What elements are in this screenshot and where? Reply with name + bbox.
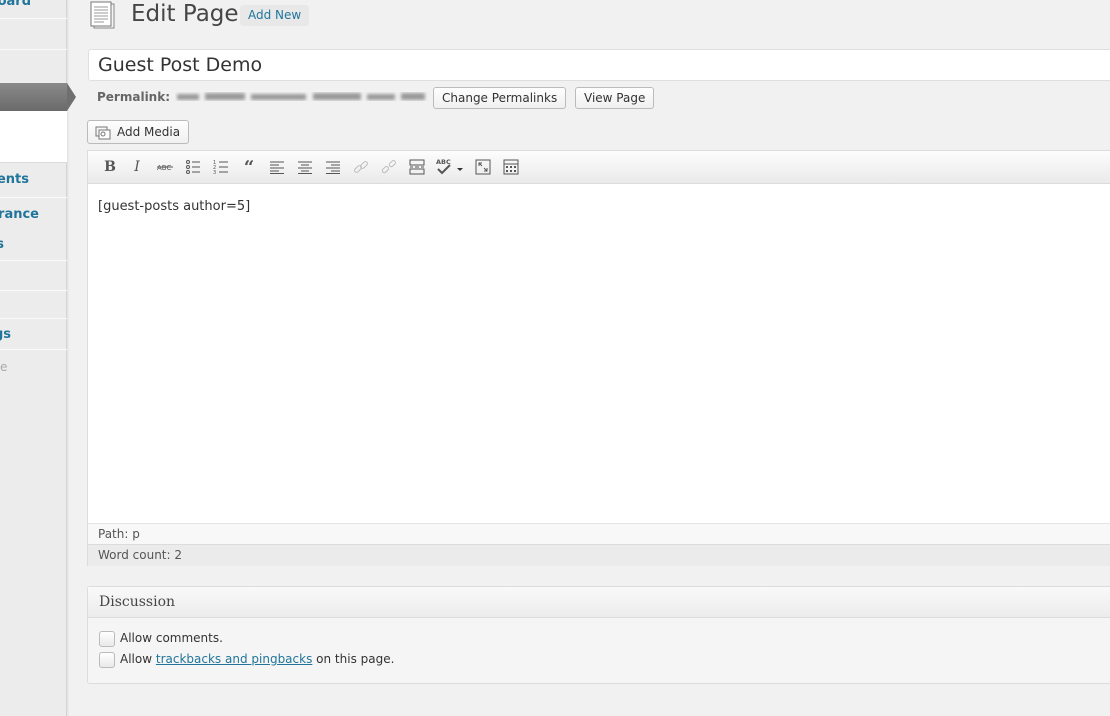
allow-prefix: Allow (120, 652, 153, 666)
sidebar-item-label: ents (0, 172, 29, 187)
discussion-title: Discussion (99, 594, 176, 610)
content-editor: B I ABC 123 “ ABC [guest-posts author=5]… (87, 150, 1110, 566)
current-menu-arrow (67, 83, 76, 111)
discussion-header[interactable]: Discussion (88, 587, 1110, 618)
sidebar-item-pages-current[interactable] (0, 83, 67, 111)
trackbacks-link[interactable]: trackbacks and pingbacks (156, 652, 312, 666)
media-icon (95, 125, 111, 147)
collapse-menu[interactable]: e menu (0, 360, 67, 376)
insert-more-icon[interactable] (406, 156, 428, 178)
allow-comments-checkbox[interactable] (99, 631, 115, 647)
allow-trackbacks-checkbox[interactable] (99, 652, 115, 668)
svg-text:ABC: ABC (157, 164, 171, 172)
collapse-menu-label: e menu (0, 360, 34, 376)
blockquote-icon[interactable]: “ (238, 156, 260, 178)
sidebar-separator (0, 290, 67, 291)
sidebar-separator (0, 49, 67, 50)
view-page-button[interactable]: View Page (575, 87, 655, 109)
post-title-input[interactable]: Guest Post Demo (88, 49, 1110, 81)
editor-path: Path: p (88, 523, 1110, 544)
toolbar-toggle-icon[interactable] (500, 156, 522, 178)
svg-text:3: 3 (213, 170, 216, 175)
sidebar-item-dashboard[interactable]: oard (0, 0, 67, 12)
sidebar-separator (0, 260, 67, 261)
sidebar-separator (0, 197, 67, 198)
sidebar-item-appearance[interactable]: rance (0, 207, 67, 225)
sidebar-separator (0, 18, 67, 19)
bullet-list-icon[interactable] (182, 156, 204, 178)
align-center-icon[interactable] (294, 156, 316, 178)
editor-content[interactable]: [guest-posts author=5] (98, 199, 250, 214)
allow-suffix: on this page. (316, 652, 395, 666)
add-media-button[interactable]: Add Media (87, 120, 190, 147)
spellcheck-icon[interactable]: ABC (434, 156, 466, 178)
fullscreen-icon[interactable] (472, 156, 494, 178)
discussion-box: Discussion Allow comments. Allow trackba… (87, 586, 1110, 684)
sidebar-item-label: gs (0, 327, 11, 342)
numbered-list-icon[interactable]: 123 (210, 156, 232, 178)
permalink-url-blurred[interactable] (175, 90, 428, 104)
page-title: Edit Page (131, 1, 239, 27)
change-permalinks-button[interactable]: Change Permalinks (433, 87, 567, 109)
italic-icon[interactable]: I (126, 156, 148, 178)
sidebar-submenu (0, 111, 67, 163)
sidebar-item-label: s (0, 237, 4, 252)
sidebar-item-label: oard (0, 0, 31, 9)
permalink-label: Permalink: (97, 90, 171, 104)
pages-icon (89, 1, 119, 29)
admin-sidebar: oard ents rance s gs e menu (0, 0, 76, 716)
remove-link-icon[interactable] (378, 156, 400, 178)
sidebar-item-label: rance (0, 207, 39, 222)
allow-trackbacks-label: Allow trackbacks and pingbacks on this p… (120, 652, 394, 666)
align-left-icon[interactable] (266, 156, 288, 178)
strikethrough-icon[interactable]: ABC (154, 156, 176, 178)
bold-icon[interactable]: B (99, 156, 121, 178)
add-new-button[interactable]: Add New (240, 5, 310, 26)
sidebar-separator (0, 349, 67, 350)
align-right-icon[interactable] (322, 156, 344, 178)
sidebar-separator (0, 318, 67, 319)
insert-link-icon[interactable] (350, 156, 372, 178)
sidebar-item-comments[interactable]: ents (0, 172, 67, 190)
add-media-label: Add Media (117, 125, 181, 139)
editor-toolbar: B I ABC 123 “ ABC (88, 151, 1110, 184)
sidebar-item-settings[interactable]: gs (0, 327, 67, 345)
sidebar-item-plugins[interactable]: s (0, 237, 67, 255)
svg-text:ABC: ABC (436, 158, 451, 166)
allow-comments-label: Allow comments. (120, 631, 223, 645)
word-count: Word count: 2 (88, 544, 1110, 566)
